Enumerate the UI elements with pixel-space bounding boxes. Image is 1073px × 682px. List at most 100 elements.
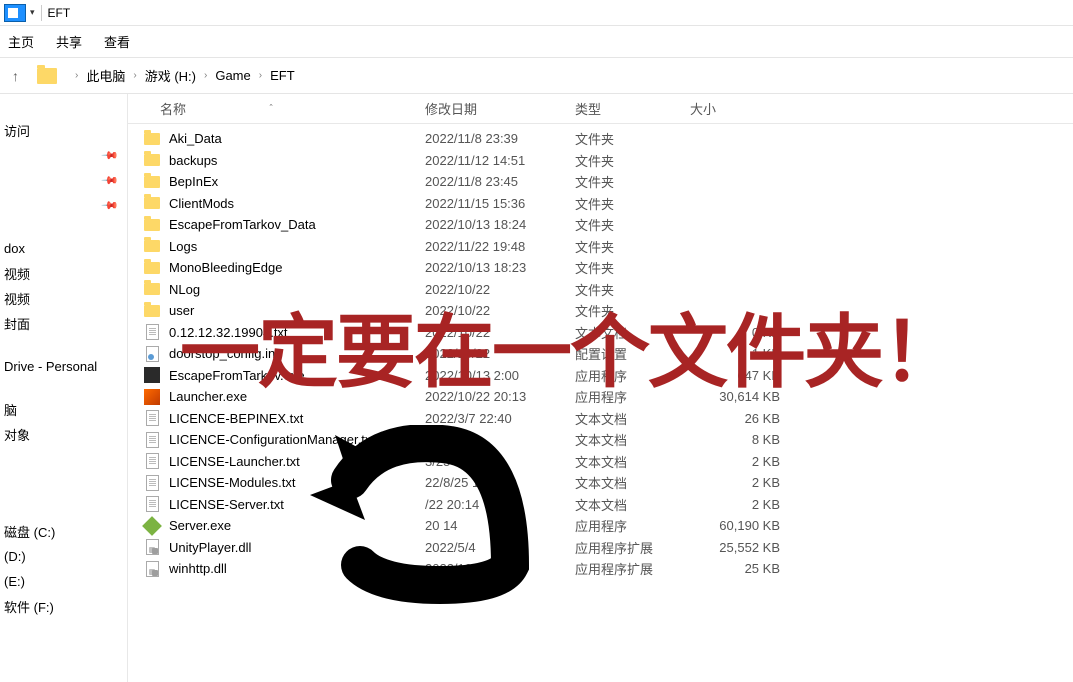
file-name: Launcher.exe <box>169 389 425 404</box>
file-size: 2 KB <box>690 454 780 469</box>
dll-icon <box>143 561 161 577</box>
file-type: 文件夹 <box>575 215 690 234</box>
exe3-icon <box>143 518 161 534</box>
file-row[interactable]: LICENSE-Server.txt /22 20:14 文本文档 2 KB <box>128 494 1073 516</box>
exe2-icon <box>143 389 161 405</box>
column-header-name[interactable]: 名称＾ <box>160 99 425 118</box>
chevron-right-icon[interactable]: › <box>75 70 78 81</box>
up-button[interactable]: ↑ <box>12 68 19 84</box>
folder-icon <box>37 68 57 84</box>
file-row[interactable]: LICENSE-Launcher.txt 3/25 19:20 文本文档 2 K… <box>128 451 1073 473</box>
file-date: 2022/11/22 19:48 <box>425 239 575 254</box>
file-name: LICENCE-ConfigurationManager.txt <box>169 432 425 447</box>
sidebar-item[interactable]: 📌 <box>0 193 127 218</box>
file-row[interactable]: LICENCE-BEPINEX.txt 2022/3/7 22:40 文本文档 … <box>128 408 1073 430</box>
file-date: 2022/11/8 23:45 <box>425 174 575 189</box>
file-name: Logs <box>169 239 425 254</box>
file-row[interactable]: 0.12.12.32.19904.txt 2022/10/22 文本文档 0 K… <box>128 322 1073 344</box>
file-size: 647 KB <box>690 368 780 383</box>
sidebar-item[interactable]: 访问 <box>0 118 127 143</box>
file-name: LICENSE-Launcher.txt <box>169 454 425 469</box>
sidebar-item[interactable]: 视频 <box>0 261 127 286</box>
file-date: 2022/11/15 15:36 <box>425 196 575 211</box>
tab-share[interactable]: 共享 <box>56 32 82 51</box>
file-row[interactable]: ClientMods 2022/11/15 15:36 文件夹 <box>128 193 1073 215</box>
file-size: 0 KB <box>690 325 780 340</box>
folder-icon <box>143 260 161 276</box>
tab-home[interactable]: 主页 <box>8 32 34 51</box>
folder-icon <box>143 152 161 168</box>
file-name: MonoBleedingEdge <box>169 260 425 275</box>
file-row[interactable]: Logs 2022/11/22 19:48 文件夹 <box>128 236 1073 258</box>
file-name: LICENSE-Server.txt <box>169 497 425 512</box>
file-row[interactable]: user 2022/10/22 文件夹 <box>128 300 1073 322</box>
file-date: /22 20:14 <box>425 497 575 512</box>
file-size: 25,552 KB <box>690 540 780 555</box>
file-name: UnityPlayer.dll <box>169 540 425 555</box>
file-type: 文本文档 <box>575 495 690 514</box>
sidebar-item[interactable]: 封面 <box>0 311 127 336</box>
file-row[interactable]: NLog 2022/10/22 文件夹 <box>128 279 1073 301</box>
breadcrumb-item[interactable]: 游戏 (H:) <box>145 66 196 85</box>
file-row[interactable]: backups 2022/11/12 14:51 文件夹 <box>128 150 1073 172</box>
file-row[interactable]: EscapeFromTarkov.exe 2022/10/13 2:00 应用程… <box>128 365 1073 387</box>
file-row[interactable]: LICENSE-Modules.txt 22/8/25 19:19 文本文档 2… <box>128 472 1073 494</box>
txt-icon <box>143 453 161 469</box>
window-title: EFT <box>48 6 71 20</box>
file-row[interactable]: EscapeFromTarkov_Data 2022/10/13 18:24 文… <box>128 214 1073 236</box>
address-bar: ↑ › 此电脑 › 游戏 (H:) › Game › EFT <box>0 58 1073 94</box>
chevron-right-icon[interactable]: › <box>204 70 207 81</box>
file-row[interactable]: doorstop_config.ini 2022/10/22 配置设置 1 KB <box>128 343 1073 365</box>
file-size: 2 KB <box>690 497 780 512</box>
file-date: 2022/10/13 18:23 <box>425 260 575 275</box>
sidebar-item[interactable]: (E:) <box>0 569 127 594</box>
sidebar-item[interactable]: 视频 <box>0 286 127 311</box>
sidebar-item[interactable]: dox <box>0 236 127 261</box>
column-header-type[interactable]: 类型 <box>575 99 690 118</box>
column-header-date[interactable]: 修改日期 <box>425 99 575 118</box>
breadcrumb-item[interactable]: 此电脑 <box>86 66 125 85</box>
txt-icon <box>143 324 161 340</box>
txt-icon <box>143 475 161 491</box>
file-size: 30,614 KB <box>690 389 780 404</box>
sidebar-item[interactable]: Drive - Personal <box>0 354 127 379</box>
sidebar-item[interactable]: (D:) <box>0 544 127 569</box>
title-bar: ▾ EFT <box>0 0 1073 26</box>
chevron-right-icon[interactable]: › <box>133 70 136 81</box>
chevron-down-icon[interactable]: ▾ <box>30 7 35 18</box>
file-date: 20 14 <box>425 518 575 533</box>
file-size: 8 KB <box>690 432 780 447</box>
file-row[interactable]: LICENCE-ConfigurationManager.txt /15 16:… <box>128 429 1073 451</box>
breadcrumb-item[interactable]: Game <box>215 68 250 83</box>
sidebar-item[interactable]: 软件 (F:) <box>0 594 127 619</box>
file-date: 2022/10/22 <box>425 303 575 318</box>
file-list: Aki_Data 2022/11/8 23:39 文件夹 backups 202… <box>128 124 1073 580</box>
tab-view[interactable]: 查看 <box>104 32 130 51</box>
file-type: 文件夹 <box>575 129 690 148</box>
file-date: 2022/11/8 23:39 <box>425 131 575 146</box>
sidebar-item[interactable]: 对象 <box>0 422 127 447</box>
chevron-right-icon[interactable]: › <box>259 70 262 81</box>
file-date: 2022/10/22 20:13 <box>425 389 575 404</box>
file-date: 2022/5/4 <box>425 540 575 555</box>
file-type: 文件夹 <box>575 172 690 191</box>
folder-icon <box>143 174 161 190</box>
sidebar-item[interactable]: 📌 <box>0 168 127 193</box>
sidebar-item[interactable]: 📌 <box>0 143 127 168</box>
file-row[interactable]: BepInEx 2022/11/8 23:45 文件夹 <box>128 171 1073 193</box>
file-row[interactable]: Launcher.exe 2022/10/22 20:13 应用程序 30,61… <box>128 386 1073 408</box>
file-name: BepInEx <box>169 174 425 189</box>
file-type: 文件夹 <box>575 194 690 213</box>
sidebar-item[interactable]: 磁盘 (C:) <box>0 519 127 544</box>
file-date: 2022/10/22 <box>425 282 575 297</box>
file-row[interactable]: winhttp.dll 2022/10/22 20:13 应用程序扩展 25 K… <box>128 558 1073 580</box>
file-name: LICENSE-Modules.txt <box>169 475 425 490</box>
file-row[interactable]: UnityPlayer.dll 2022/5/4 应用程序扩展 25,552 K… <box>128 537 1073 559</box>
file-row[interactable]: Server.exe 20 14 应用程序 60,190 KB <box>128 515 1073 537</box>
breadcrumb-item[interactable]: EFT <box>270 68 295 83</box>
file-row[interactable]: MonoBleedingEdge 2022/10/13 18:23 文件夹 <box>128 257 1073 279</box>
column-header-size[interactable]: 大小 <box>690 99 790 118</box>
file-size: 25 KB <box>690 561 780 576</box>
file-row[interactable]: Aki_Data 2022/11/8 23:39 文件夹 <box>128 128 1073 150</box>
sidebar-item[interactable]: 脑 <box>0 397 127 422</box>
